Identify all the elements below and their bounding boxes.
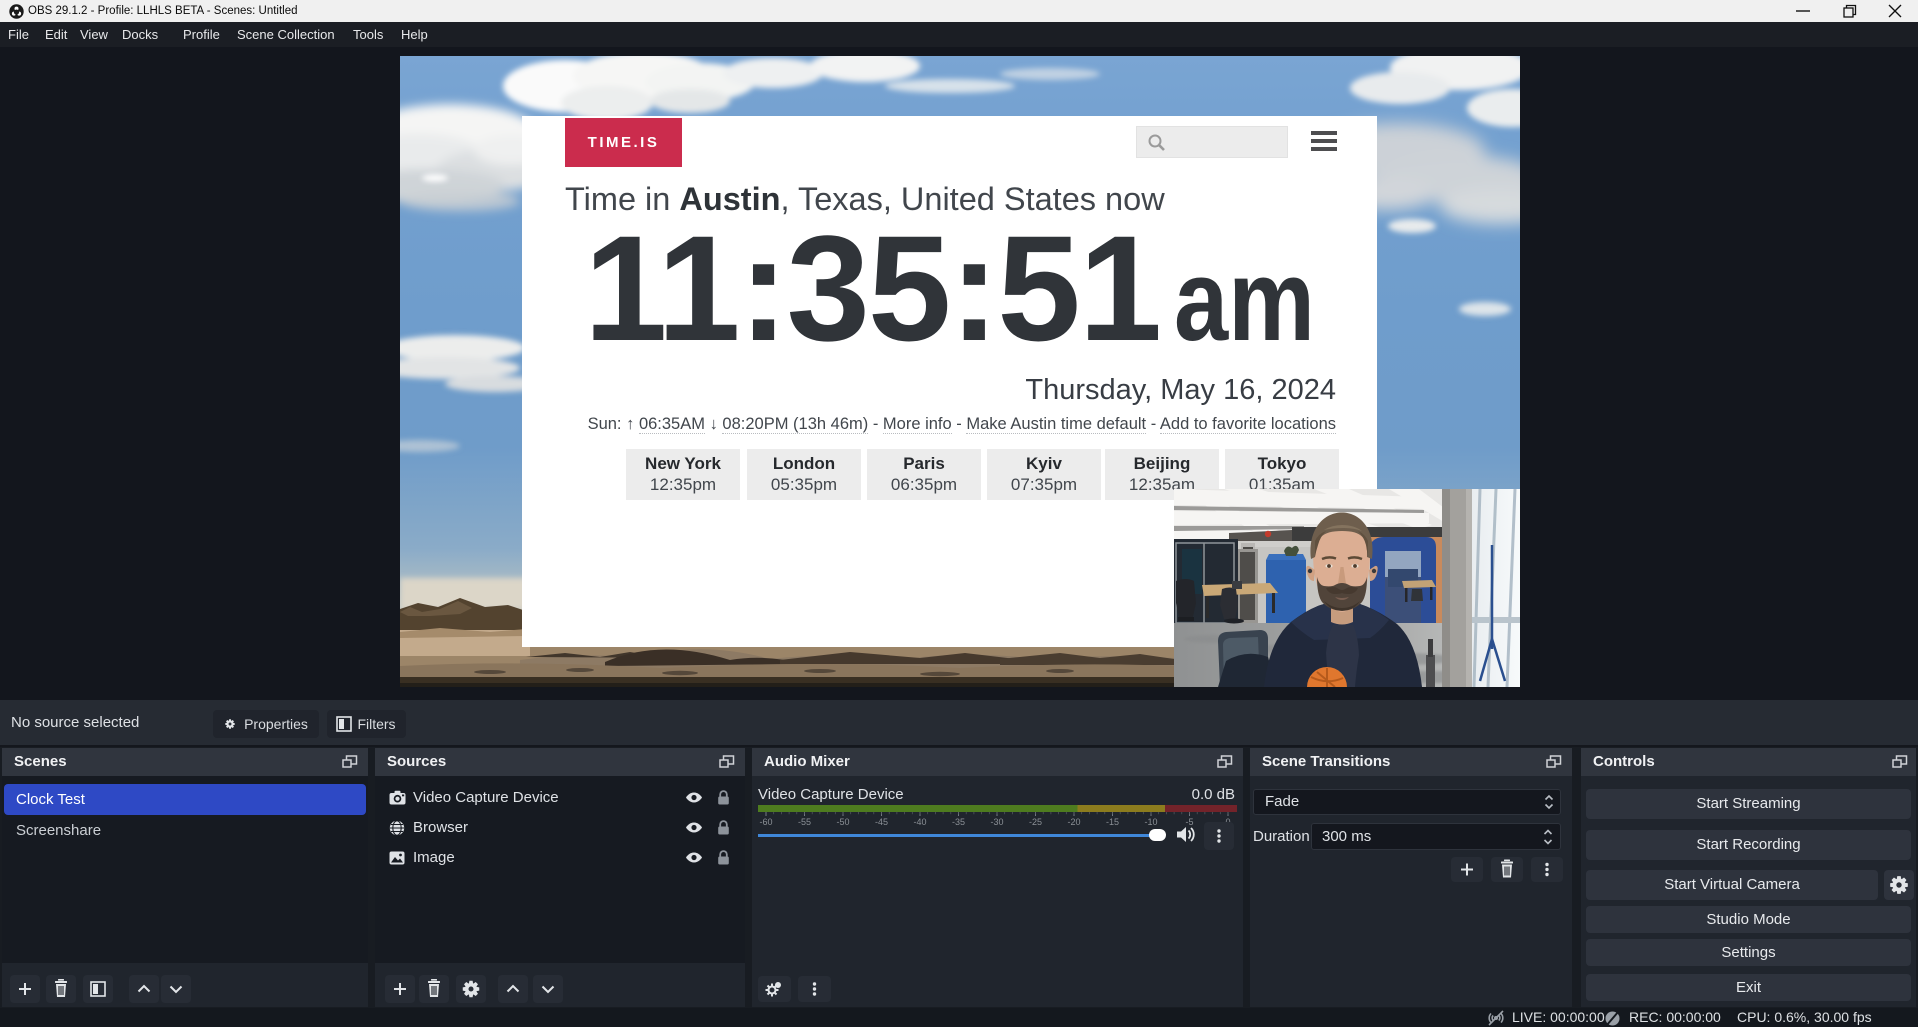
svg-text:-10: -10	[1144, 817, 1157, 827]
svg-text:-35: -35	[952, 817, 965, 827]
svg-text:-50: -50	[836, 817, 849, 827]
svg-text:-30: -30	[990, 817, 1003, 827]
svg-text:-40: -40	[913, 817, 926, 827]
svg-text:-20: -20	[1067, 817, 1080, 827]
svg-text:-45: -45	[875, 817, 888, 827]
svg-text:-55: -55	[798, 817, 811, 827]
svg-text:-15: -15	[1106, 817, 1119, 827]
svg-text:-25: -25	[1029, 817, 1042, 827]
svg-text:-60: -60	[759, 817, 772, 827]
